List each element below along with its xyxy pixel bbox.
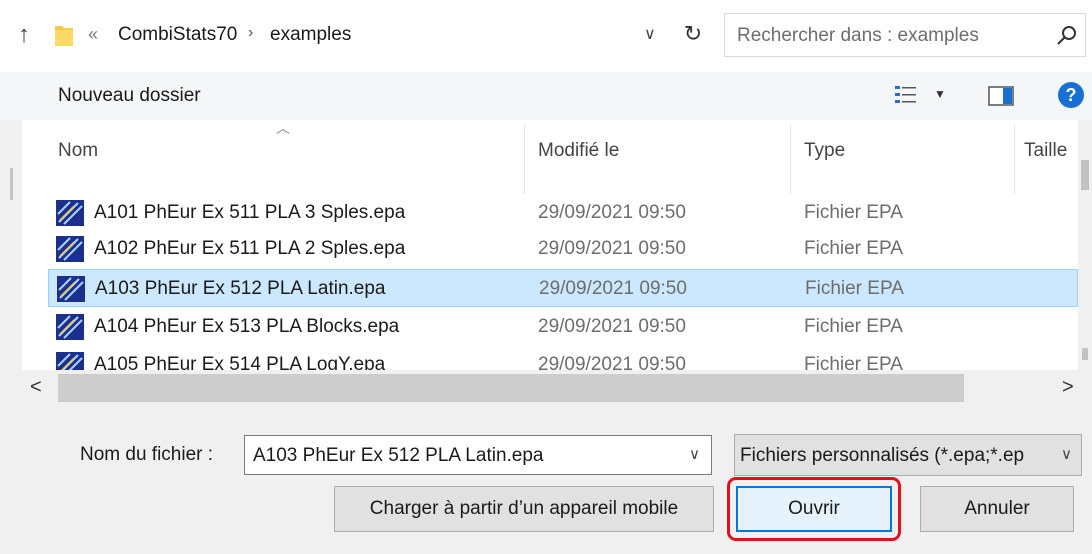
search-box[interactable]: Rechercher dans : examples [724, 13, 1086, 57]
scroll-down-icon[interactable] [1082, 348, 1088, 360]
file-name: A104 PhEur Ex 513 PLA Blocks.epa [94, 316, 400, 337]
column-header-size[interactable]: Taille [1024, 140, 1067, 162]
vertical-scrollbar-thumb[interactable] [1081, 160, 1089, 190]
load-from-mobile-button[interactable]: Charger à partir d’un appareil mobile [334, 486, 714, 532]
column-header-modified[interactable]: Modifié le [538, 140, 619, 162]
breadcrumb-separator-icon[interactable]: › [248, 24, 253, 42]
new-folder-button[interactable]: Nouveau dossier [58, 85, 201, 107]
vertical-scrollbar[interactable] [1078, 120, 1092, 378]
address-bar-row: ↑ « CombiStats70 › examples ∨ ↻ Recherch… [0, 0, 1092, 72]
file-type: Fichier EPA [804, 316, 903, 337]
chevron-down-icon[interactable]: ∨ [644, 24, 656, 44]
file-modified: 29/09/2021 09:50 [538, 316, 686, 337]
file-row[interactable]: A104 PhEur Ex 513 PLA Blocks.epa 29/09/2… [48, 308, 1078, 346]
file-modified: 29/09/2021 09:50 [538, 238, 686, 259]
filename-dropdown-icon[interactable]: ∨ [689, 445, 700, 463]
toolbar: Nouveau dossier ▼ ? [0, 72, 1092, 120]
file-type-filter-value[interactable]: Fichiers personnalisés (*.epa;*.ep [740, 445, 1024, 467]
column-divider[interactable] [524, 124, 525, 194]
epa-file-icon [57, 276, 85, 302]
column-header-type[interactable]: Type [804, 140, 845, 162]
refresh-icon[interactable]: ↻ [678, 19, 708, 49]
cancel-button[interactable]: Annuler [920, 486, 1074, 532]
navigation-pane-edge [0, 120, 22, 408]
folder-icon [55, 26, 73, 46]
filename-value[interactable]: A103 PhEur Ex 512 PLA Latin.epa [253, 445, 544, 467]
file-list: ︿ Nom Modifié le Type Taille A101 PhEur … [0, 120, 1092, 408]
file-name: A101 PhEur Ex 511 PLA 3 Sples.epa [94, 202, 406, 223]
scroll-left-icon[interactable]: < [30, 376, 42, 399]
file-modified: 29/09/2021 09:50 [538, 202, 686, 223]
view-options-icon[interactable] [894, 84, 918, 106]
file-row[interactable]: A102 PhEur Ex 511 PLA 2 Sples.epa 29/09/… [48, 230, 1078, 268]
file-row[interactable]: A101 PhEur Ex 511 PLA 3 Sples.epa 29/09/… [48, 194, 1078, 232]
column-divider[interactable] [790, 124, 791, 194]
scroll-right-icon[interactable]: > [1062, 376, 1074, 399]
horizontal-scrollbar[interactable]: < > [22, 370, 1092, 408]
file-type: Fichier EPA [804, 238, 903, 259]
view-dropdown-icon[interactable]: ▼ [934, 87, 946, 101]
address-bar[interactable]: « CombiStats70 › examples ∨ ↻ [48, 13, 710, 57]
column-divider[interactable] [1014, 124, 1015, 194]
search-input[interactable]: Rechercher dans : examples [737, 25, 979, 47]
epa-file-icon [56, 200, 84, 226]
breadcrumb-examples[interactable]: examples [270, 24, 351, 46]
file-type-filter[interactable]: Fichiers personnalisés (*.epa;*.ep ∨ [734, 434, 1082, 476]
help-icon[interactable]: ? [1058, 82, 1084, 108]
epa-file-icon [56, 314, 84, 340]
horizontal-scrollbar-thumb[interactable] [58, 374, 964, 402]
column-header-name[interactable]: Nom [58, 140, 98, 162]
breadcrumb-overflow-icon[interactable]: « [88, 24, 98, 45]
file-type-dropdown-icon[interactable]: ∨ [1061, 445, 1072, 463]
filename-field[interactable]: A103 PhEur Ex 512 PLA Latin.epa ∨ [244, 435, 712, 475]
search-icon[interactable] [1055, 23, 1079, 47]
open-button[interactable]: Ouvrir [736, 486, 892, 532]
file-open-dialog: ↑ « CombiStats70 › examples ∨ ↻ Recherch… [0, 0, 1092, 554]
epa-file-icon [56, 236, 84, 262]
preview-pane-icon[interactable] [988, 86, 1014, 106]
filename-label: Nom du fichier : [80, 444, 214, 465]
file-name: A103 PhEur Ex 512 PLA Latin.epa [95, 278, 386, 299]
file-modified: 29/09/2021 09:50 [539, 278, 687, 299]
breadcrumb-combistats70[interactable]: CombiStats70 [118, 24, 237, 46]
file-name: A102 PhEur Ex 511 PLA 2 Sples.epa [94, 238, 406, 259]
file-row-selected[interactable]: A103 PhEur Ex 512 PLA Latin.epa 29/09/20… [48, 269, 1078, 307]
file-type: Fichier EPA [805, 278, 904, 299]
sort-up-icon: ︿ [276, 120, 290, 136]
up-arrow-icon[interactable]: ↑ [10, 20, 38, 50]
file-type: Fichier EPA [804, 202, 903, 223]
